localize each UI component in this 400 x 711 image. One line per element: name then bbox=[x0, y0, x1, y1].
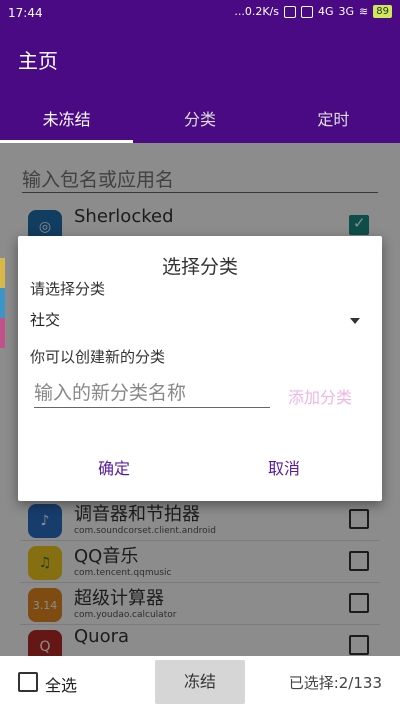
status-bar: 17:44 ...0.2K/s 4G 3G ≋ 89 bbox=[0, 0, 400, 27]
new-category-input[interactable]: 输入的新分类名称 bbox=[34, 378, 270, 408]
tab-unfrozen[interactable]: 未冻结 bbox=[0, 95, 134, 143]
tab-bar: 未冻结 分类 定时 bbox=[0, 95, 400, 143]
dialog-title: 选择分类 bbox=[161, 256, 238, 278]
create-category-label: 你可以创建新的分类 bbox=[30, 348, 166, 366]
signal-2-icon: 3G bbox=[338, 5, 355, 18]
add-category-button[interactable]: 添加分类 bbox=[288, 384, 352, 408]
choose-category-label: 请选择分类 bbox=[30, 280, 106, 298]
battery-icon: 89 bbox=[373, 5, 392, 18]
wifi-icon: ≋ bbox=[359, 5, 369, 18]
alarm-icon bbox=[283, 5, 296, 18]
tab-schedule[interactable]: 定时 bbox=[267, 95, 400, 143]
category-select-value: 社交 bbox=[30, 311, 61, 329]
app-header: 17:44 ...0.2K/s 4G 3G ≋ 89 主页 未冻结 分类 定时 bbox=[0, 0, 400, 143]
bottom-bar: 全选 冻结 已选择:2/133 bbox=[0, 656, 400, 711]
dropdown-arrow-icon bbox=[350, 318, 360, 324]
page-title: 主页 bbox=[18, 49, 58, 73]
freeze-button[interactable]: 冻结 bbox=[155, 660, 245, 704]
network-speed: ...0.2K/s bbox=[234, 5, 279, 18]
select-all-label[interactable]: 全选 bbox=[45, 672, 77, 696]
edge-strip bbox=[0, 318, 5, 348]
category-dialog: 选择分类 请选择分类 社交 你可以创建新的分类 输入的新分类名称 添加分类 确定… bbox=[18, 236, 382, 501]
status-time: 17:44 bbox=[8, 6, 43, 20]
signal-1-icon: 4G bbox=[317, 5, 334, 18]
ok-button[interactable]: 确定 bbox=[98, 455, 130, 479]
select-all-checkbox[interactable] bbox=[18, 672, 38, 692]
tab-category[interactable]: 分类 bbox=[133, 95, 266, 143]
category-select[interactable]: 社交 bbox=[30, 309, 360, 333]
edge-strip bbox=[0, 288, 5, 318]
status-icons: ...0.2K/s 4G 3G ≋ 89 bbox=[234, 5, 392, 18]
edge-strip bbox=[0, 258, 5, 288]
hd-icon bbox=[300, 5, 313, 18]
cancel-button[interactable]: 取消 bbox=[268, 455, 300, 479]
selected-count: 已选择:2/133 bbox=[288, 674, 382, 692]
